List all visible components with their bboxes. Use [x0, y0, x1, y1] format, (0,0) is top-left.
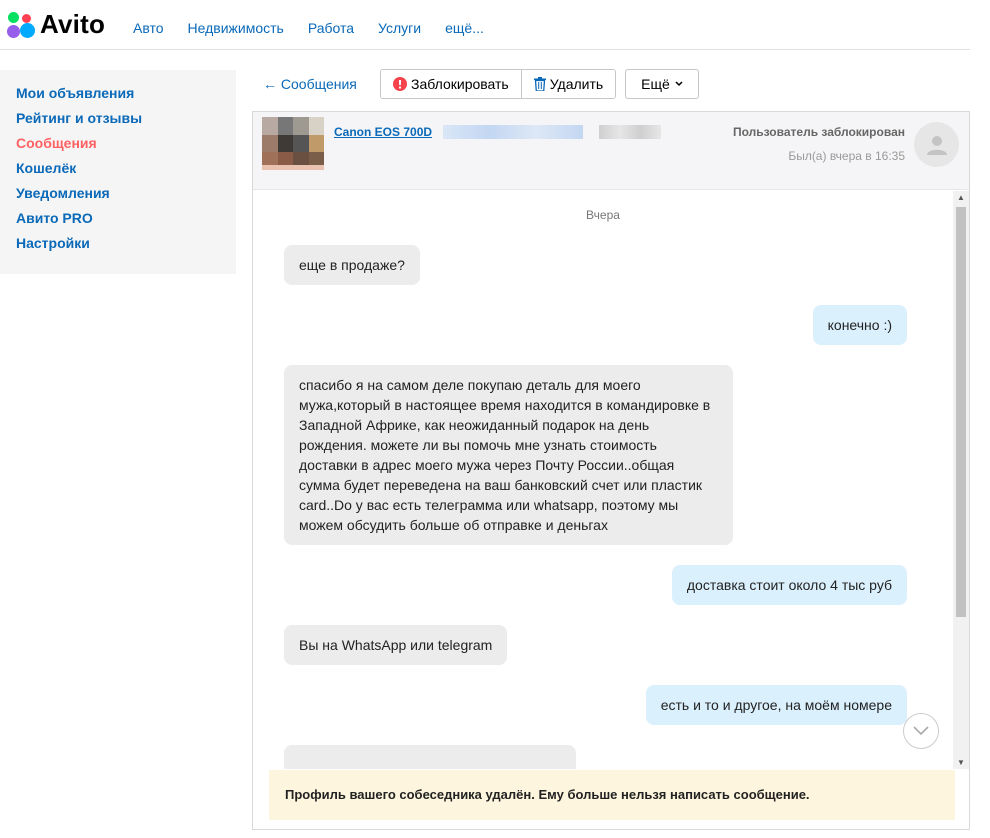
item-thumbnail[interactable]: [262, 117, 324, 170]
topnav-realty[interactable]: Недвижимость: [188, 20, 284, 36]
back-to-messages-link[interactable]: ← Сообщения: [263, 76, 357, 92]
message-incoming: Вы на WhatsApp или telegram: [284, 625, 508, 665]
topnav-auto[interactable]: Авто: [133, 20, 164, 36]
sidebar-item-avito-pro[interactable]: Авито PRO: [0, 210, 236, 235]
topnav-more[interactable]: ещё...: [445, 20, 484, 36]
message-incoming: спасибо я на самом деле покупаю деталь д…: [284, 365, 733, 545]
chevron-down-icon: [675, 81, 683, 87]
sidebar-item-messages[interactable]: Сообщения: [0, 135, 236, 160]
block-icon: [393, 77, 407, 91]
sidebar-item-notifications[interactable]: Уведомления: [0, 185, 236, 210]
message-outgoing: есть и то и другое, на моём номере: [645, 685, 907, 725]
logo-dots-icon: [6, 10, 36, 40]
chevron-down-icon: [913, 726, 929, 736]
delete-button-label: Удалить: [549, 76, 604, 92]
scroll-down-arrow-icon[interactable]: ▼: [957, 758, 965, 767]
sidebar-item-settings[interactable]: Настройки: [0, 235, 236, 260]
item-thumbnail-strip: [262, 165, 324, 170]
date-separator: Вчера: [586, 208, 620, 222]
message-outgoing: конечно :): [812, 305, 907, 345]
user-blocked-status: Пользователь заблокирован: [732, 125, 905, 139]
scroll-up-arrow-icon[interactable]: ▲: [957, 193, 965, 202]
more-button-label: Ещё: [641, 76, 670, 92]
topnav-jobs[interactable]: Работа: [308, 20, 354, 36]
user-icon: [926, 135, 947, 155]
top-nav: Авто Недвижимость Работа Услуги ещё...: [133, 20, 508, 36]
last-seen-text: Был(а) вчера в 16:35: [788, 149, 905, 163]
block-button-label: Заблокировать: [411, 76, 509, 92]
trash-icon: [533, 77, 546, 91]
redacted-price: [443, 125, 583, 139]
top-header: Avito Авто Недвижимость Работа Услуги ещ…: [0, 0, 970, 50]
avito-logo[interactable]: Avito: [6, 9, 105, 40]
message-incoming-partial: [284, 745, 576, 769]
sidebar-item-wallet[interactable]: Кошелёк: [0, 160, 236, 185]
scroll-to-bottom-button[interactable]: [903, 713, 939, 749]
scrollbar-thumb[interactable]: [956, 207, 966, 617]
chat-panel: Canon EOS 700D Пользователь заблокирован…: [252, 111, 970, 830]
more-button[interactable]: Ещё: [625, 69, 699, 99]
message-outgoing: доставка стоит около 4 тыс руб: [671, 565, 907, 605]
logo-text: Avito: [40, 9, 106, 39]
topnav-services[interactable]: Услуги: [378, 20, 421, 36]
avatar: [914, 122, 959, 167]
delete-button[interactable]: Удалить: [520, 70, 616, 98]
message-scrollbar[interactable]: ▲ ▼: [953, 191, 969, 769]
item-title-link[interactable]: Canon EOS 700D: [334, 125, 432, 139]
action-button-group: Заблокировать Удалить: [380, 69, 617, 99]
sidebar-item-rating[interactable]: Рейтинг и отзывы: [0, 110, 236, 135]
sidebar: Мои объявления Рейтинг и отзывы Сообщени…: [0, 70, 236, 274]
sidebar-item-my-ads[interactable]: Мои объявления: [0, 85, 236, 110]
block-button[interactable]: Заблокировать: [381, 70, 521, 98]
chat-header: Canon EOS 700D Пользователь заблокирован…: [253, 112, 969, 190]
message-incoming: еще в продаже?: [284, 245, 420, 285]
redacted-info: [599, 125, 661, 139]
profile-deleted-notice: Профиль вашего собеседника удалён. Ему б…: [269, 770, 955, 820]
message-list[interactable]: Вчера еще в продаже? конечно :) спасибо …: [253, 191, 953, 769]
